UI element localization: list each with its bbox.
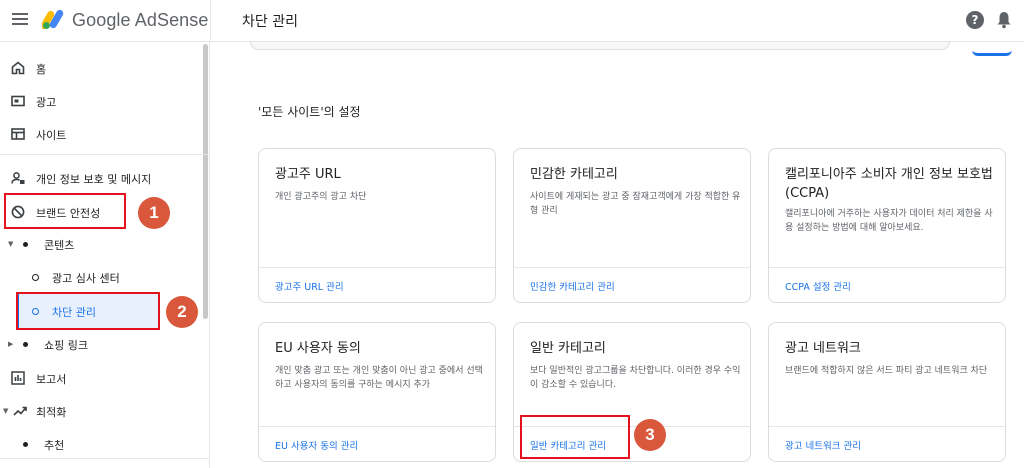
sidebar-item-content[interactable]: ▼ 콘텐츠 bbox=[0, 229, 200, 259]
card-description: 개인 광고주의 광고 차단 bbox=[275, 192, 367, 202]
home-icon bbox=[11, 61, 25, 75]
card-footer: CCPA 설정 관리 bbox=[769, 267, 1005, 302]
card-ccpa: 캘리포니아주 소비자 개인 정보 보호법(CCPA) 캘리포니아에 거주하는 사… bbox=[768, 148, 1006, 303]
privacy-icon bbox=[11, 172, 25, 184]
card-advertiser-url: 광고주 URL 개인 광고주의 광고 차단 광고주 URL 관리 bbox=[258, 148, 496, 303]
sidebar-item-ads[interactable]: 광고 bbox=[0, 86, 200, 116]
sidebar-item-label: 쇼핑 링크 bbox=[44, 339, 88, 352]
section-title: '모든 사이트'의 설정 bbox=[258, 105, 361, 119]
card-footer: 민감한 카테고리 관리 bbox=[514, 267, 750, 302]
sidebar-item-reports[interactable]: 보고서 bbox=[0, 363, 200, 393]
topbar-divider bbox=[210, 0, 211, 42]
card-footer: EU 사용자 동의 관리 bbox=[259, 426, 495, 461]
annotation-box-1 bbox=[4, 193, 126, 229]
sidebar-item-shopping-links[interactable]: ▶ 쇼핑 링크 bbox=[0, 329, 200, 359]
sidebar-item-label: 보고서 bbox=[36, 373, 67, 386]
card-eu-user-consent: EU 사용자 동의 개인 맞춤 광고 또는 개인 맞춤이 아닌 광고 중에서 선… bbox=[258, 322, 496, 462]
card-footer: 광고주 URL 관리 bbox=[259, 267, 495, 302]
sidebar-item-home[interactable]: 홈 bbox=[0, 53, 200, 83]
card-description: 캘리포니아에 거주하는 사용자가 데이터 처리 제한을 사용 설정하는 방법에 … bbox=[785, 209, 993, 233]
sidebar-item-label: 최적화 bbox=[36, 406, 67, 419]
menu-icon[interactable] bbox=[12, 11, 28, 27]
card-title: 캘리포니아주 소비자 개인 정보 보호법(CCPA) bbox=[785, 167, 993, 201]
card-title: 민감한 카테고리 bbox=[530, 167, 618, 182]
dot-icon bbox=[23, 342, 28, 347]
card-sensitive-categories: 민감한 카테고리 사이트에 게재되는 광고 중 잠재고객에게 가장 적합한 유형… bbox=[513, 148, 751, 303]
sidebar-item-label: 개인 정보 보호 및 메시지 bbox=[36, 173, 152, 186]
sidebar-item-ad-review-center[interactable]: 광고 심사 센터 bbox=[0, 262, 200, 292]
manage-ccpa-link[interactable]: CCPA 설정 관리 bbox=[785, 279, 851, 293]
card-title: 광고 네트워크 bbox=[785, 341, 861, 356]
expand-caret-icon[interactable]: ▼ bbox=[8, 240, 13, 248]
top-bar: Google AdSense 차단 관리 ? bbox=[0, 0, 1024, 42]
sidebar-item-sites[interactable]: 사이트 bbox=[0, 119, 200, 149]
adsense-logo-icon bbox=[42, 9, 64, 30]
manage-ad-networks-link[interactable]: 광고 네트워크 관리 bbox=[785, 438, 861, 452]
annotation-badge-3: 3 bbox=[634, 419, 666, 451]
annotation-box-3 bbox=[520, 415, 630, 459]
sidebar-item-recommendations[interactable]: 추천 bbox=[0, 429, 200, 459]
card-ad-networks: 광고 네트워크 브랜드에 적합하지 않은 서드 파티 광고 네트워크 차단 광고… bbox=[768, 322, 1006, 462]
dot-icon bbox=[23, 442, 28, 447]
dot-icon bbox=[23, 242, 28, 247]
previous-button-edge[interactable] bbox=[972, 42, 1012, 56]
brand-name: Google AdSense bbox=[72, 10, 209, 30]
sidebar-item-label: 홈 bbox=[36, 63, 47, 76]
previous-card-edge bbox=[250, 42, 950, 50]
manage-sensitive-categories-link[interactable]: 민감한 카테고리 관리 bbox=[530, 279, 615, 293]
help-icon[interactable]: ? bbox=[966, 11, 984, 29]
sidebar-scrollbar[interactable] bbox=[203, 44, 208, 319]
sidebar-item-optimization[interactable]: ▼ 최적화 bbox=[0, 396, 200, 426]
expand-caret-icon[interactable]: ▶ bbox=[8, 340, 13, 348]
trend-icon bbox=[13, 406, 27, 416]
card-title: 광고주 URL bbox=[275, 167, 341, 182]
manage-eu-user-consent-link[interactable]: EU 사용자 동의 관리 bbox=[275, 438, 358, 452]
sidebar-item-privacy[interactable]: 개인 정보 보호 및 메시지 bbox=[0, 163, 200, 193]
card-description: 사이트에 게재되는 광고 중 잠재고객에게 가장 적합한 유형 관리 bbox=[530, 192, 741, 216]
ring-icon bbox=[32, 274, 39, 281]
card-description: 보다 일반적인 광고그룹을 차단합니다. 이러한 경우 수익이 감소할 수 있습… bbox=[530, 366, 741, 390]
reports-icon bbox=[11, 371, 25, 385]
annotation-box-2 bbox=[16, 292, 160, 330]
ads-icon bbox=[11, 95, 25, 107]
sidebar-item-label: 추천 bbox=[44, 439, 65, 452]
expand-caret-icon[interactable]: ▼ bbox=[3, 407, 8, 415]
card-title: 일반 카테고리 bbox=[530, 341, 606, 356]
manage-advertiser-url-link[interactable]: 광고주 URL 관리 bbox=[275, 279, 344, 293]
annotation-badge-2: 2 bbox=[166, 296, 198, 328]
card-footer: 광고 네트워크 관리 bbox=[769, 426, 1005, 461]
sidebar-divider bbox=[0, 154, 210, 155]
sidebar-item-label: 광고 bbox=[36, 96, 57, 109]
page-title: 차단 관리 bbox=[242, 14, 298, 30]
card-description: 브랜드에 적합하지 않은 서드 파티 광고 네트워크 차단 bbox=[785, 366, 988, 376]
sites-icon bbox=[11, 128, 25, 140]
sidebar-divider bbox=[0, 458, 210, 459]
sidebar-item-label: 광고 심사 센터 bbox=[52, 272, 120, 285]
notifications-icon[interactable] bbox=[996, 11, 1012, 29]
card-title: EU 사용자 동의 bbox=[275, 341, 361, 356]
annotation-badge-1: 1 bbox=[138, 197, 170, 229]
card-description: 개인 맞춤 광고 또는 개인 맞춤이 아닌 광고 중에서 선택하고 사용자의 동… bbox=[275, 366, 483, 390]
sidebar-item-label: 콘텐츠 bbox=[44, 239, 75, 252]
sidebar-item-label: 사이트 bbox=[36, 129, 67, 142]
